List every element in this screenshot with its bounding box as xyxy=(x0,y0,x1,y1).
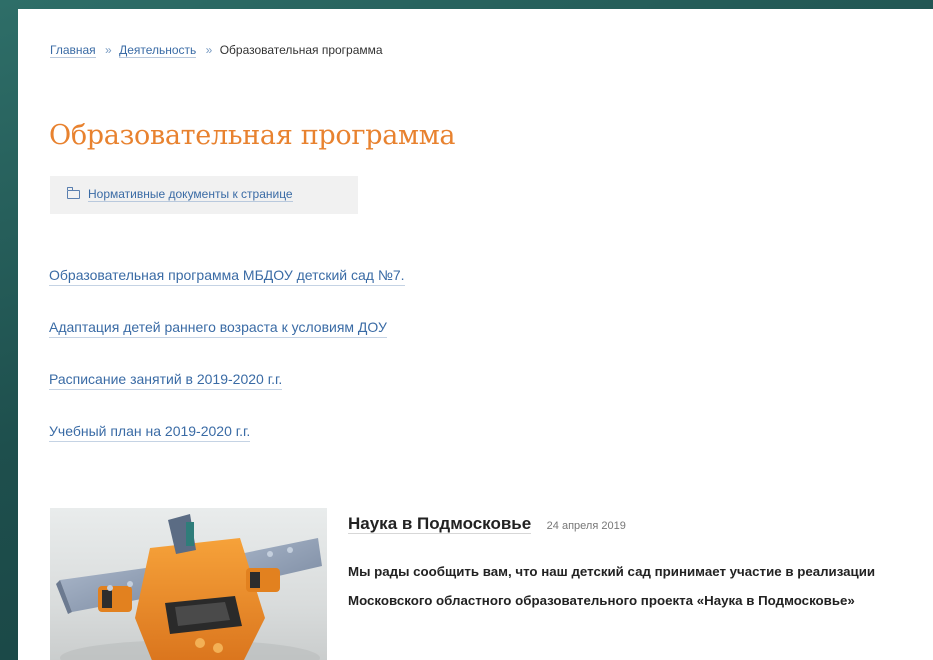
breadcrumb-separator: » xyxy=(105,43,112,57)
list-item: Адаптация детей раннего возраста к услов… xyxy=(49,319,405,371)
adaptation-link[interactable]: Адаптация детей раннего возраста к услов… xyxy=(49,319,387,338)
list-item: Учебный план на 2019-2020 г.г. xyxy=(49,423,405,475)
document-links-list: Образовательная программа МБДОУ детский … xyxy=(49,267,405,475)
news-date: 24 апреля 2019 xyxy=(546,520,626,532)
breadcrumb-home-link[interactable]: Главная xyxy=(50,43,96,58)
page-title: Образовательная программа xyxy=(49,120,456,151)
folder-icon xyxy=(67,187,80,199)
documents-panel: Нормативные документы к странице xyxy=(50,176,358,214)
list-item: Образовательная программа МБДОУ детский … xyxy=(49,267,405,319)
list-item: Расписание занятий в 2019-2020 г.г. xyxy=(49,371,405,423)
curriculum-link[interactable]: Учебный план на 2019-2020 г.г. xyxy=(49,423,251,442)
news-excerpt: Мы рады сообщить вам, что наш детский са… xyxy=(348,564,876,608)
schedule-link[interactable]: Расписание занятий в 2019-2020 г.г. xyxy=(49,371,283,390)
news-thumbnail[interactable] xyxy=(50,508,327,660)
breadcrumb-activity-link[interactable]: Деятельность xyxy=(119,43,197,58)
lego-airplane-image xyxy=(56,514,322,660)
breadcrumb-current: Образовательная программа xyxy=(219,43,383,57)
breadcrumb: Главная » Деятельность » Образовательная… xyxy=(50,43,383,58)
content-page: Главная » Деятельность » Образовательная… xyxy=(18,9,933,660)
documents-link[interactable]: Нормативные документы к странице xyxy=(88,187,293,202)
news-title-link[interactable]: Наука в Подмосковье xyxy=(348,514,532,534)
program-link[interactable]: Образовательная программа МБДОУ детский … xyxy=(49,267,405,286)
breadcrumb-separator: » xyxy=(205,43,213,57)
news-header: Наука в Подмосковье 24 апреля 2019 xyxy=(348,514,626,534)
